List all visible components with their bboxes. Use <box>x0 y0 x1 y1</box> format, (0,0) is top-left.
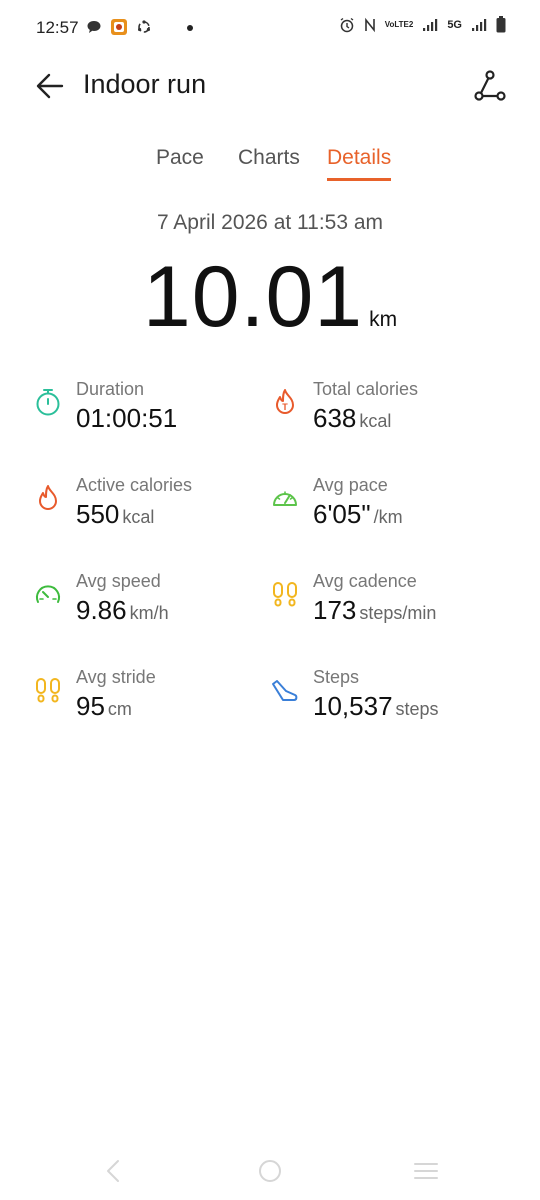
metric-value: 01:00:51 <box>76 403 178 433</box>
metric-unit: km/h <box>129 603 169 623</box>
metric-label: Total calories <box>313 379 419 399</box>
metric-value: 638 <box>313 403 357 433</box>
stopwatch-icon <box>36 389 60 416</box>
metric-total-calories: T Total calories 638 kcal <box>270 379 500 459</box>
metric-label: Avg cadence <box>313 571 417 591</box>
speedometer-icon <box>36 585 60 603</box>
distance-display: 10.01 km <box>0 248 540 347</box>
signal-icon <box>423 18 438 31</box>
arrow-left-icon[interactable] <box>32 68 68 104</box>
gauge-icon <box>273 491 297 506</box>
flame-t-icon: T <box>276 389 294 414</box>
notification-dot <box>187 25 193 31</box>
metric-value: 6'05" <box>313 499 371 529</box>
tab-bar: Pace Charts Details <box>0 146 540 186</box>
metric-value: 550 <box>76 499 120 529</box>
metric-value: 9.86 <box>76 595 127 625</box>
shoe-icon <box>272 680 298 701</box>
footprints-icon <box>273 582 297 607</box>
metric-avg-speed: Avg speed 9.86 km/h <box>33 571 263 651</box>
route-icon[interactable] <box>472 68 508 104</box>
metric-unit: steps/min <box>359 603 437 623</box>
metric-unit: kcal <box>359 411 392 431</box>
metric-unit: cm <box>107 699 132 719</box>
metric-unit: /km <box>373 507 403 527</box>
volte-indicator: VoLTE2 <box>384 19 414 29</box>
metric-label: Avg speed <box>76 571 161 591</box>
nfc-icon <box>364 17 375 32</box>
flame-icon <box>39 485 57 510</box>
metric-steps: Steps 10,537 steps <box>270 667 500 747</box>
metric-avg-pace: Avg pace 6'05"/km <box>270 475 500 555</box>
distance-value: 10.01 <box>142 249 364 345</box>
metric-label: Duration <box>76 379 145 399</box>
footprints-icon <box>36 678 60 703</box>
chat-bubble-icon <box>87 21 101 33</box>
sync-icon <box>138 20 150 33</box>
signal-icon-2 <box>472 18 487 31</box>
status-time: 12:57 <box>36 18 79 37</box>
metric-value: 95 <box>76 691 105 721</box>
metric-label: Steps <box>313 667 360 687</box>
nav-back-icon[interactable] <box>98 1156 128 1186</box>
metric-unit: steps <box>395 699 439 719</box>
alarm-icon <box>340 17 354 32</box>
status-bar: 12:57 VoLTE2 5G <box>0 0 540 56</box>
battery-icon <box>496 16 506 33</box>
distance-unit: km <box>369 308 398 331</box>
metric-avg-cadence: Avg cadence 173 steps/min <box>270 571 500 651</box>
metric-value: 10,537 <box>313 691 393 721</box>
tab-details[interactable]: Details <box>327 146 392 181</box>
metric-avg-stride: Avg stride 95 cm <box>33 667 263 747</box>
status-left-icons <box>86 18 152 36</box>
network-5g-indicator: 5G <box>447 18 462 31</box>
nav-home-icon[interactable] <box>255 1156 285 1186</box>
svg-text:T: T <box>282 402 288 412</box>
tab-charts[interactable]: Charts <box>238 146 300 178</box>
metric-duration: Duration 01:00:51 <box>33 379 263 459</box>
metric-label: Active calories <box>76 475 193 495</box>
system-nav-bar <box>0 1144 540 1200</box>
app-bar: Indoor run <box>0 56 540 116</box>
metric-label: Avg stride <box>76 667 156 687</box>
nav-menu-icon[interactable] <box>411 1156 441 1186</box>
page-title: Indoor run <box>83 69 207 99</box>
status-right-icons: VoLTE2 5G <box>339 16 506 33</box>
workout-date: 7 April 2026 at 11:53 am <box>156 211 384 234</box>
app-notification-icon <box>111 19 127 35</box>
metric-label: Avg pace <box>313 475 388 495</box>
metric-value: 173 <box>313 595 357 625</box>
metric-unit: kcal <box>122 507 155 527</box>
metric-active-calories: Active calories 550 kcal <box>33 475 263 555</box>
tab-pace[interactable]: Pace <box>156 146 204 178</box>
